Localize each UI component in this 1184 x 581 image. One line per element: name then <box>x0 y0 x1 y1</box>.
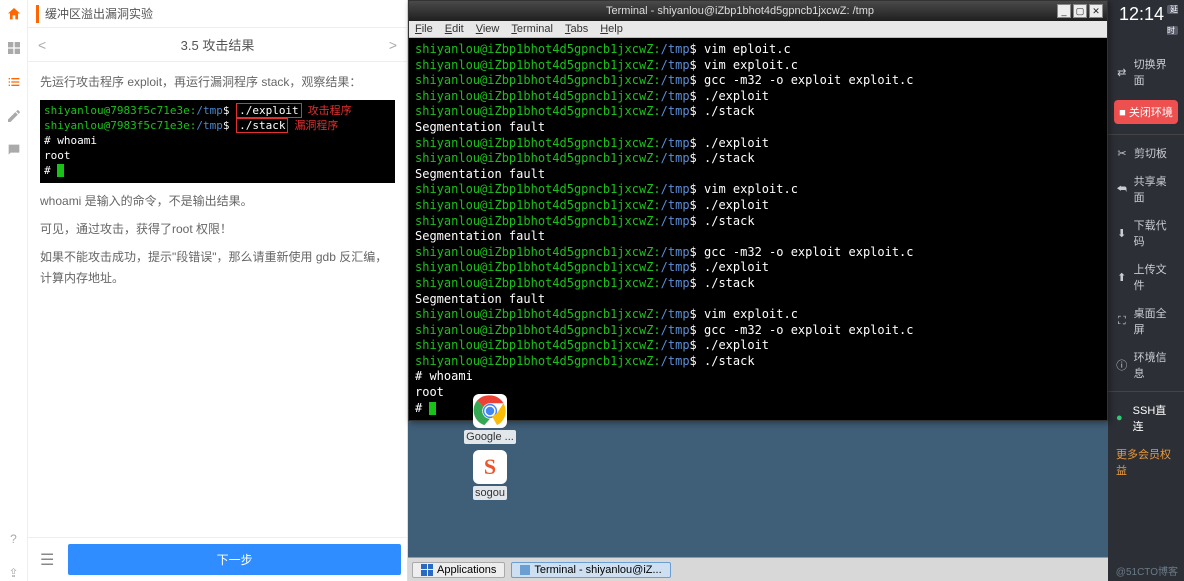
example-terminal: shiyanlou@7983f5c71e3e:/tmp$ ./exploit攻击… <box>40 100 395 182</box>
chrome-desktop-icon[interactable]: Google ... <box>458 394 522 447</box>
instruction-line: 可见，通过攻击，获得了root 权限！ <box>40 219 395 239</box>
next-step-button[interactable]: 下一步 <box>68 544 401 575</box>
edit-icon[interactable] <box>6 108 22 124</box>
chrome-label: Google ... <box>464 430 516 444</box>
sogou-icon: S <box>473 450 507 484</box>
minimize-button[interactable]: _ <box>1057 4 1071 18</box>
list-icon[interactable] <box>6 74 22 90</box>
sidebar-item-2[interactable]: ⬇下载代码 <box>1108 211 1184 255</box>
prev-section-button[interactable]: < <box>38 37 46 53</box>
toc-icon[interactable]: ☰ <box>34 550 60 570</box>
more-privileges-link[interactable]: 更多会员权益 <box>1108 440 1184 484</box>
section-title: 3.5 攻击结果 <box>181 35 255 54</box>
window-title: Terminal - shiyanlou@iZbp1bhot4d5gpncb1j… <box>425 5 1055 17</box>
instruction-line: 如果不能攻击成功，提示"段错误"，那么请重新使用 gdb 反汇编，计算内存地址。 <box>40 247 395 288</box>
maximize-button[interactable]: ▢ <box>1073 4 1087 18</box>
panel-footer: ☰ 下一步 <box>28 537 407 581</box>
terminal-menubar: File Edit View Terminal Tabs Help <box>409 21 1107 38</box>
menu-terminal[interactable]: Terminal <box>511 23 553 35</box>
sidebar-item-4[interactable]: ⛶桌面全屏 <box>1108 299 1184 343</box>
window-titlebar[interactable]: Terminal - shiyanlou@iZbp1bhot4d5gpncb1j… <box>409 1 1107 21</box>
watermark: @51CTO博客 <box>1116 563 1178 578</box>
menu-tabs[interactable]: Tabs <box>565 23 588 35</box>
ssh-status[interactable]: SSH直连 <box>1108 396 1184 440</box>
chat-icon[interactable] <box>6 142 22 158</box>
panel-header: 缓冲区溢出漏洞实验 <box>28 0 407 28</box>
sidebar-item-1[interactable]: ⮪共享桌面 <box>1108 167 1184 211</box>
sidebar-item-0[interactable]: ✂剪切板 <box>1108 139 1184 167</box>
sogou-label: sogou <box>473 486 507 500</box>
terminal-window[interactable]: Terminal - shiyanlou@iZbp1bhot4d5gpncb1j… <box>408 0 1108 421</box>
close-button[interactable]: ✕ <box>1089 4 1103 18</box>
instruction-line: whoami 是输入的命令，不是输出结果。 <box>40 191 395 211</box>
instruction-panel: 缓冲区溢出漏洞实验 < 3.5 攻击结果 > 先运行攻击程序 exploit，再… <box>28 0 408 581</box>
instruction-content: 先运行攻击程序 exploit，再运行漏洞程序 stack，观察结果： shiy… <box>28 62 407 537</box>
next-section-button[interactable]: > <box>389 37 397 53</box>
instruction-line: 先运行攻击程序 exploit，再运行漏洞程序 stack，观察结果： <box>40 72 395 92</box>
help-icon[interactable]: ? <box>6 531 22 547</box>
session-clock: 12:14延时 <box>1108 0 1184 50</box>
sidebar-item-3[interactable]: ⬆上传文件 <box>1108 255 1184 299</box>
share-icon[interactable]: ⇪ <box>6 565 22 581</box>
menu-view[interactable]: View <box>476 23 500 35</box>
menu-edit[interactable]: Edit <box>445 23 464 35</box>
menu-file[interactable]: File <box>415 23 433 35</box>
chrome-icon <box>473 394 507 428</box>
right-sidebar: 12:14延时 ⇄切换界面 ■ 关闭环境 ✂剪切板⮪共享桌面⬇下载代码⬆上传文件… <box>1108 0 1184 581</box>
taskbar[interactable]: Applications Terminal - shiyanlou@iZ... <box>408 557 1108 581</box>
section-nav: < 3.5 攻击结果 > <box>28 28 407 62</box>
close-env-button[interactable]: ■ 关闭环境 <box>1114 100 1178 124</box>
switch-ui-button[interactable]: ⇄切换界面 <box>1108 50 1184 94</box>
taskbar-terminal-button[interactable]: Terminal - shiyanlou@iZ... <box>511 562 670 578</box>
remote-desktop[interactable]: Terminal - shiyanlou@iZbp1bhot4d5gpncb1j… <box>408 0 1108 581</box>
menu-help[interactable]: Help <box>600 23 623 35</box>
terminal-output[interactable]: shiyanlou@iZbp1bhot4d5gpncb1jxcwZ:/tmp$ … <box>409 38 1107 420</box>
home-icon[interactable] <box>6 6 22 22</box>
grid-icon[interactable] <box>6 40 22 56</box>
applications-menu-button[interactable]: Applications <box>412 562 505 578</box>
left-rail: ? ⇪ <box>0 0 28 581</box>
sidebar-item-5[interactable]: ⓘ环境信息 <box>1108 343 1184 387</box>
sogou-desktop-icon[interactable]: S sogou <box>458 450 522 503</box>
panel-title: 缓冲区溢出漏洞实验 <box>45 5 399 22</box>
